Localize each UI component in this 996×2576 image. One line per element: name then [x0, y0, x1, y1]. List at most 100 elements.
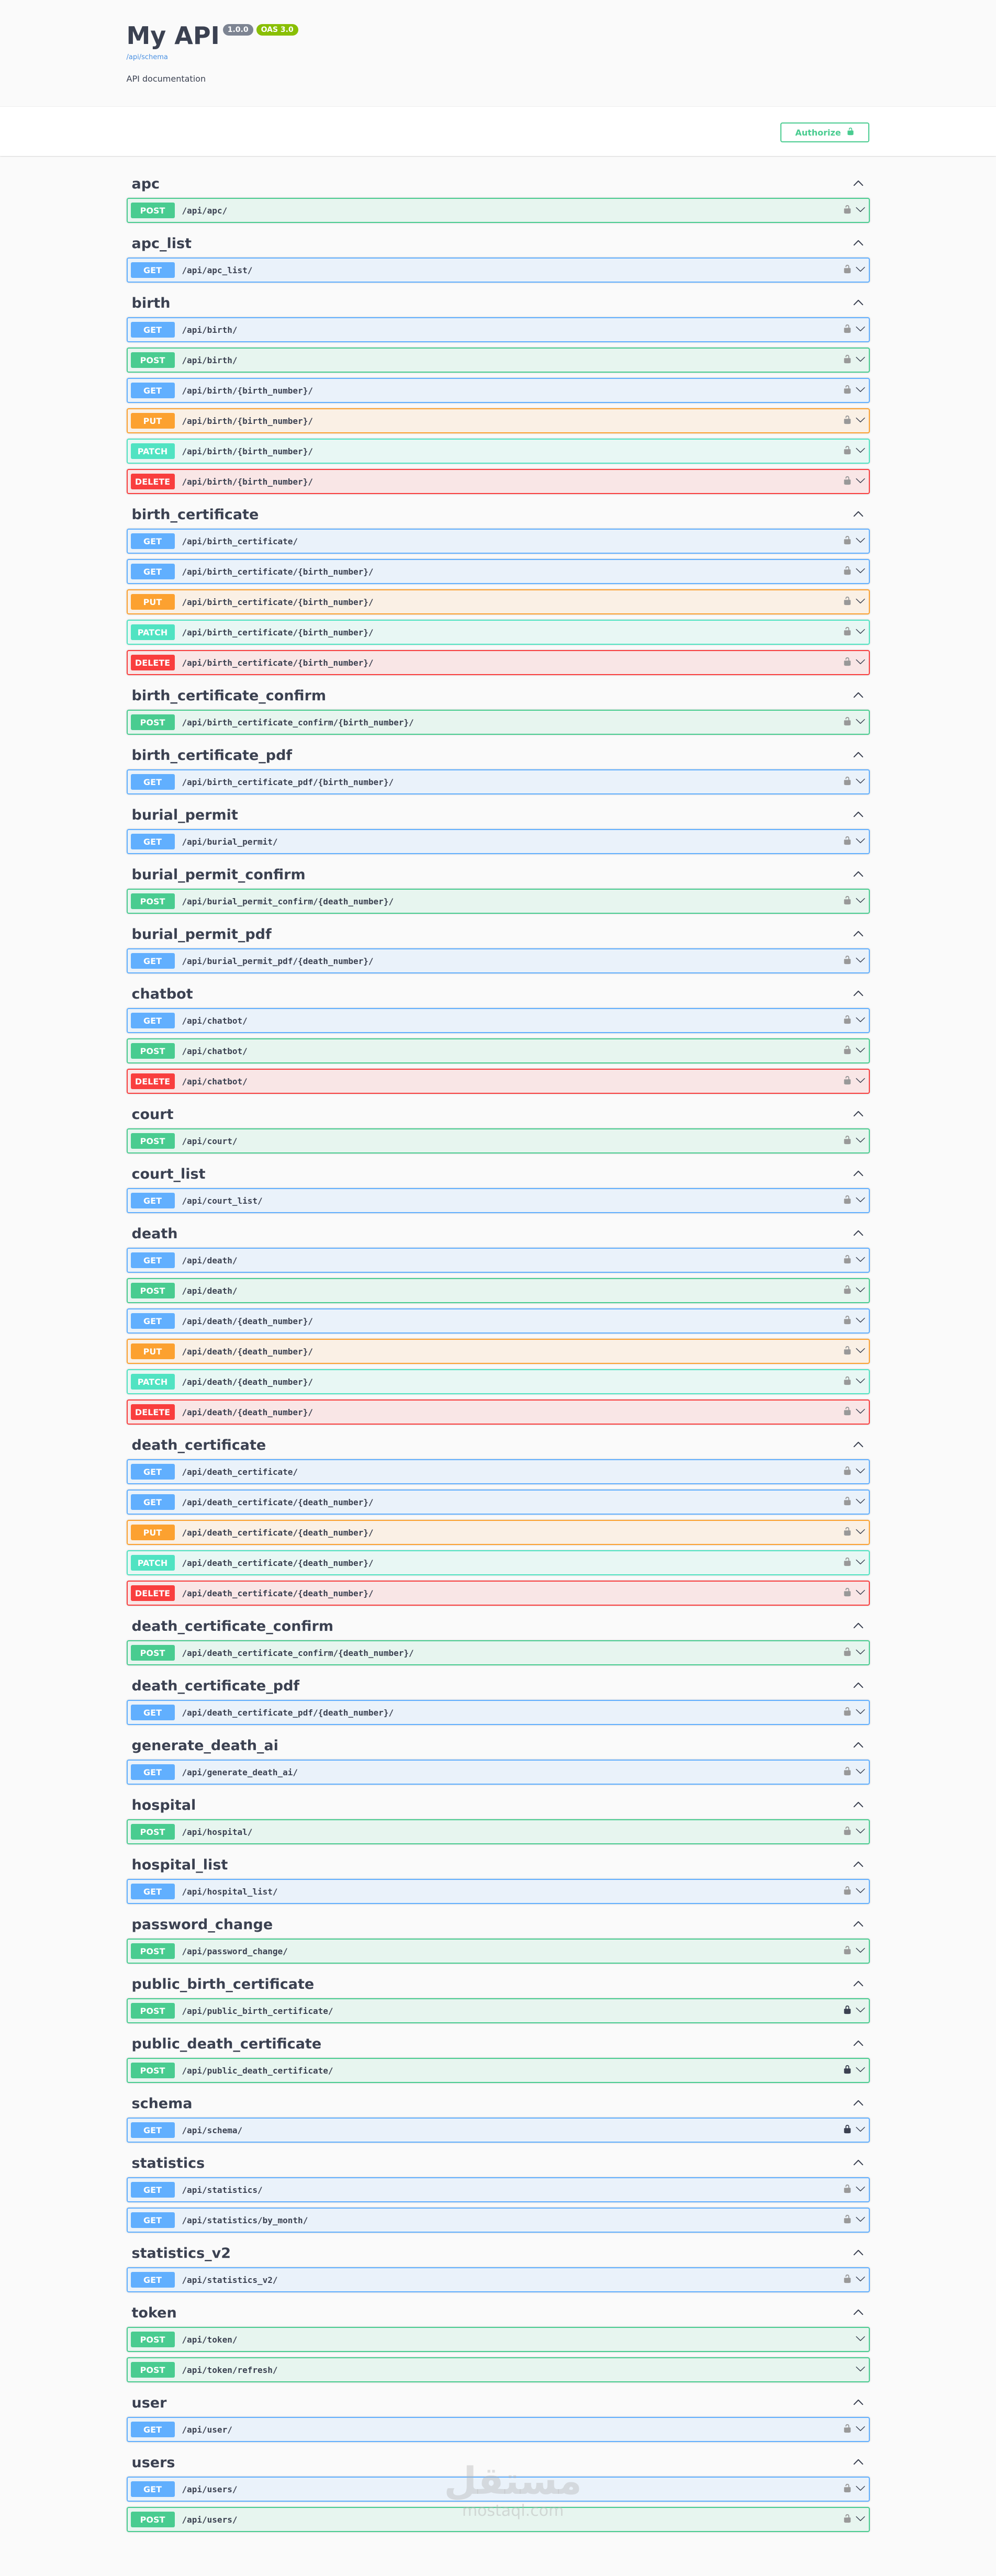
chevron-up-icon[interactable] [852, 2156, 865, 2170]
operation-row[interactable]: GET/api/statistics/ [126, 2177, 870, 2202]
chevron-down-icon[interactable] [855, 1587, 866, 1599]
chevron-down-icon[interactable] [855, 955, 866, 967]
operation-row[interactable]: PUT/api/death/{death_number}/ [126, 1339, 870, 1364]
tag-header[interactable]: hospital [127, 1791, 870, 1819]
lock-icon[interactable] [843, 1195, 852, 1206]
chevron-down-icon[interactable] [855, 1194, 866, 1207]
chevron-up-icon[interactable] [852, 176, 865, 191]
tag-header[interactable]: court [127, 1100, 870, 1128]
chevron-down-icon[interactable] [855, 2483, 866, 2495]
operation-row[interactable]: PATCH/api/birth_certificate/{birth_numbe… [126, 620, 870, 645]
lock-icon[interactable] [843, 1707, 852, 1718]
operation-row[interactable]: GET/api/apc_list/ [126, 257, 870, 283]
chevron-up-icon[interactable] [852, 1857, 865, 1872]
operation-row[interactable]: GET/api/user/ [126, 2417, 870, 2442]
operation-row[interactable]: PUT/api/birth/{birth_number}/ [126, 408, 870, 433]
chevron-up-icon[interactable] [852, 867, 865, 882]
chevron-down-icon[interactable] [855, 1496, 866, 1508]
lock-icon[interactable] [843, 955, 852, 967]
operation-row[interactable]: GET/api/death_certificate_pdf/{death_num… [126, 1700, 870, 1725]
operation-row[interactable]: GET/api/users/ [126, 2477, 870, 2502]
operation-row[interactable]: GET/api/birth_certificate/ [126, 529, 870, 554]
operation-row[interactable]: POST/api/court/ [126, 1128, 870, 1153]
schema-link[interactable]: /api/schema [127, 53, 880, 61]
lock-icon[interactable] [843, 1826, 852, 1838]
chevron-up-icon[interactable] [852, 808, 865, 822]
chevron-down-icon[interactable] [855, 1284, 866, 1297]
lock-icon[interactable] [843, 2005, 852, 2017]
chevron-up-icon[interactable] [852, 2305, 865, 2320]
chevron-down-icon[interactable] [855, 1406, 866, 1418]
chevron-down-icon[interactable] [855, 2004, 866, 2017]
lock-icon[interactable] [843, 2274, 852, 2286]
chevron-up-icon[interactable] [852, 1167, 865, 1181]
chevron-down-icon[interactable] [855, 2423, 866, 2436]
tag-header[interactable]: court_list [127, 1160, 870, 1188]
lock-icon[interactable] [843, 1587, 852, 1599]
chevron-down-icon[interactable] [855, 384, 866, 397]
chevron-down-icon[interactable] [855, 2064, 866, 2077]
operation-row[interactable]: GET/api/generate_death_ai/ [126, 1760, 870, 1785]
operation-row[interactable]: DELETE/api/death/{death_number}/ [126, 1399, 870, 1425]
lock-icon[interactable] [843, 1376, 852, 1387]
lock-icon[interactable] [843, 596, 852, 608]
operation-row[interactable]: POST/api/apc/ [126, 198, 870, 223]
operation-row[interactable]: POST/api/token/refresh/ [126, 2357, 870, 2382]
chevron-down-icon[interactable] [855, 1556, 866, 1569]
chevron-down-icon[interactable] [855, 1045, 866, 1057]
lock-icon[interactable] [843, 264, 852, 276]
operation-row[interactable]: GET/api/death/ [126, 1248, 870, 1273]
tag-header[interactable]: death_certificate [127, 1431, 870, 1459]
chevron-down-icon[interactable] [855, 475, 866, 488]
tag-header[interactable]: generate_death_ai [127, 1731, 870, 1760]
operation-row[interactable]: GET/api/chatbot/ [126, 1008, 870, 1033]
lock-icon[interactable] [843, 1015, 852, 1026]
chevron-up-icon[interactable] [852, 2246, 865, 2260]
tag-header[interactable]: statistics_v2 [127, 2239, 870, 2267]
chevron-up-icon[interactable] [852, 1977, 865, 1991]
operation-row[interactable]: GET/api/statistics/by_month/ [126, 2208, 870, 2233]
chevron-down-icon[interactable] [855, 2183, 866, 2196]
chevron-up-icon[interactable] [852, 1917, 865, 1932]
tag-header[interactable]: password_change [127, 1910, 870, 1939]
chevron-up-icon[interactable] [852, 1798, 865, 1812]
chevron-up-icon[interactable] [852, 748, 865, 763]
chevron-down-icon[interactable] [855, 1885, 866, 1898]
tag-header[interactable]: statistics [127, 2149, 870, 2177]
chevron-up-icon[interactable] [852, 2455, 865, 2470]
lock-icon[interactable] [843, 2124, 852, 2136]
chevron-down-icon[interactable] [855, 835, 866, 848]
chevron-down-icon[interactable] [855, 776, 866, 788]
lock-icon[interactable] [843, 1496, 852, 1508]
lock-icon[interactable] [843, 324, 852, 335]
chevron-down-icon[interactable] [855, 1706, 866, 1719]
tag-header[interactable]: token [127, 2299, 870, 2327]
lock-icon[interactable] [843, 1346, 852, 1357]
lock-icon[interactable] [843, 1886, 852, 1897]
chevron-down-icon[interactable] [855, 596, 866, 608]
chevron-down-icon[interactable] [855, 895, 866, 908]
lock-icon[interactable] [843, 1076, 852, 1087]
operation-row[interactable]: POST/api/hospital/ [126, 1819, 870, 1844]
tag-header[interactable]: death [127, 1219, 870, 1248]
lock-icon[interactable] [843, 415, 852, 427]
lock-icon[interactable] [843, 535, 852, 547]
operation-row[interactable]: GET/api/burial_permit/ [126, 829, 870, 854]
operation-row[interactable]: GET/api/death/{death_number}/ [126, 1308, 870, 1334]
chevron-up-icon[interactable] [852, 507, 865, 522]
operation-row[interactable]: GET/api/birth/{birth_number}/ [126, 378, 870, 403]
chevron-down-icon[interactable] [855, 2513, 866, 2526]
lock-icon[interactable] [843, 566, 852, 577]
chevron-up-icon[interactable] [852, 2096, 865, 2111]
chevron-down-icon[interactable] [855, 1345, 866, 1358]
tag-header[interactable]: burial_permit_pdf [127, 920, 870, 948]
tag-header[interactable]: apc_list [127, 229, 870, 257]
operation-row[interactable]: POST/api/death/ [126, 1278, 870, 1303]
lock-icon[interactable] [843, 1315, 852, 1327]
tag-header[interactable]: burial_permit_confirm [127, 860, 870, 889]
chevron-down-icon[interactable] [855, 1014, 866, 1027]
chevron-down-icon[interactable] [855, 204, 866, 217]
tag-header[interactable]: death_certificate_pdf [127, 1672, 870, 1700]
operation-row[interactable]: DELETE/api/birth/{birth_number}/ [126, 469, 870, 494]
chevron-down-icon[interactable] [855, 626, 866, 639]
